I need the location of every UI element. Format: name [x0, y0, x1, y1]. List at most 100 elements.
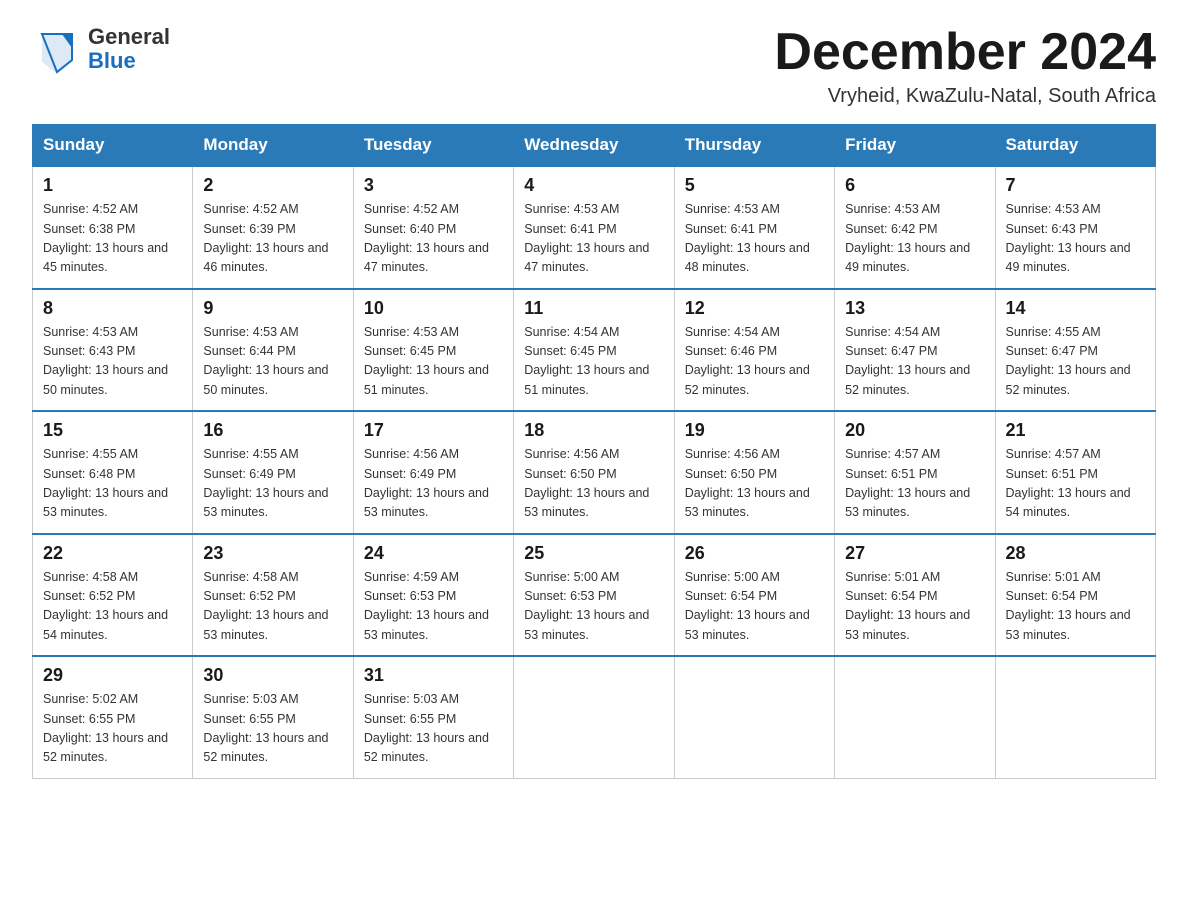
day-info: Sunrise: 5:01 AMSunset: 6:54 PMDaylight:…: [1006, 568, 1145, 646]
day-info: Sunrise: 4:54 AMSunset: 6:47 PMDaylight:…: [845, 323, 984, 401]
calendar-title: December 2024: [774, 24, 1156, 81]
calendar-cell: 10 Sunrise: 4:53 AMSunset: 6:45 PMDayligh…: [353, 289, 513, 412]
day-info: Sunrise: 5:00 AMSunset: 6:53 PMDaylight:…: [524, 568, 663, 646]
calendar-cell: 17Sunrise: 4:56 AMSunset: 6:49 PMDayligh…: [353, 411, 513, 534]
day-number: 24: [364, 543, 503, 564]
weekday-header-monday: Monday: [193, 125, 353, 167]
calendar-cell: 14 Sunrise: 4:55 AMSunset: 6:47 PMDayligh…: [995, 289, 1155, 412]
calendar-body: 1 Sunrise: 4:52 AMSunset: 6:38 PMDaylight…: [33, 166, 1156, 778]
logo-icon: [32, 24, 82, 74]
calendar-cell: [514, 656, 674, 778]
day-info: Sunrise: 4:58 AMSunset: 6:52 PMDaylight:…: [203, 568, 342, 646]
day-number: 13: [845, 298, 984, 319]
calendar-cell: 20 Sunrise: 4:57 AMSunset: 6:51 PMDayligh…: [835, 411, 995, 534]
weekday-header-wednesday: Wednesday: [514, 125, 674, 167]
weekday-header-sunday: Sunday: [33, 125, 193, 167]
day-info: Sunrise: 5:01 AMSunset: 6:54 PMDaylight:…: [845, 568, 984, 646]
logo-text: General Blue: [88, 25, 170, 73]
calendar-cell: [835, 656, 995, 778]
calendar-table: SundayMondayTuesdayWednesdayThursdayFrid…: [32, 124, 1156, 779]
day-number: 19: [685, 420, 824, 441]
day-number: 17: [364, 420, 503, 441]
day-info: Sunrise: 4:54 AMSunset: 6:46 PMDaylight:…: [685, 323, 824, 401]
calendar-cell: 7 Sunrise: 4:53 AMSunset: 6:43 PMDaylight…: [995, 166, 1155, 289]
day-number: 9: [203, 298, 342, 319]
logo-blue-text: Blue: [88, 49, 170, 73]
day-info: Sunrise: 4:53 AMSunset: 6:42 PMDaylight:…: [845, 200, 984, 278]
day-number: 3: [364, 175, 503, 196]
calendar-cell: 21Sunrise: 4:57 AMSunset: 6:51 PMDayligh…: [995, 411, 1155, 534]
day-number: 25: [524, 543, 663, 564]
day-info: Sunrise: 4:52 AMSunset: 6:40 PMDaylight:…: [364, 200, 503, 278]
day-info: Sunrise: 4:57 AMSunset: 6:51 PMDaylight:…: [1006, 445, 1145, 523]
day-info: Sunrise: 4:55 AMSunset: 6:49 PMDaylight:…: [203, 445, 342, 523]
calendar-cell: 13 Sunrise: 4:54 AMSunset: 6:47 PMDayligh…: [835, 289, 995, 412]
day-number: 14: [1006, 298, 1145, 319]
day-info: Sunrise: 5:03 AMSunset: 6:55 PMDaylight:…: [203, 690, 342, 768]
day-info: Sunrise: 4:52 AMSunset: 6:38 PMDaylight:…: [43, 200, 182, 278]
calendar-cell: 11 Sunrise: 4:54 AMSunset: 6:45 PMDayligh…: [514, 289, 674, 412]
calendar-cell: 2Sunrise: 4:52 AMSunset: 6:39 PMDaylight…: [193, 166, 353, 289]
day-number: 29: [43, 665, 182, 686]
day-info: Sunrise: 4:57 AMSunset: 6:51 PMDaylight:…: [845, 445, 984, 523]
day-info: Sunrise: 4:58 AMSunset: 6:52 PMDaylight:…: [43, 568, 182, 646]
calendar-cell: 18 Sunrise: 4:56 AMSunset: 6:50 PMDayligh…: [514, 411, 674, 534]
day-info: Sunrise: 4:53 AMSunset: 6:41 PMDaylight:…: [524, 200, 663, 278]
day-number: 26: [685, 543, 824, 564]
day-number: 8: [43, 298, 182, 319]
day-info: Sunrise: 4:56 AMSunset: 6:50 PMDaylight:…: [524, 445, 663, 523]
day-info: Sunrise: 4:55 AMSunset: 6:48 PMDaylight:…: [43, 445, 182, 523]
day-number: 11: [524, 298, 663, 319]
calendar-cell: 4Sunrise: 4:53 AMSunset: 6:41 PMDaylight…: [514, 166, 674, 289]
day-info: Sunrise: 4:54 AMSunset: 6:45 PMDaylight:…: [524, 323, 663, 401]
day-info: Sunrise: 4:56 AMSunset: 6:50 PMDaylight:…: [685, 445, 824, 523]
day-number: 20: [845, 420, 984, 441]
day-number: 18: [524, 420, 663, 441]
day-info: Sunrise: 4:53 AMSunset: 6:41 PMDaylight:…: [685, 200, 824, 278]
calendar-week-row: 1 Sunrise: 4:52 AMSunset: 6:38 PMDaylight…: [33, 166, 1156, 289]
day-number: 5: [685, 175, 824, 196]
day-number: 6: [845, 175, 984, 196]
logo-general-text: General: [88, 25, 170, 49]
calendar-cell: [995, 656, 1155, 778]
calendar-cell: [674, 656, 834, 778]
day-info: Sunrise: 4:53 AMSunset: 6:43 PMDaylight:…: [1006, 200, 1145, 278]
calendar-cell: 27 Sunrise: 5:01 AMSunset: 6:54 PMDayligh…: [835, 534, 995, 657]
calendar-header: SundayMondayTuesdayWednesdayThursdayFrid…: [33, 125, 1156, 167]
calendar-cell: 25 Sunrise: 5:00 AMSunset: 6:53 PMDayligh…: [514, 534, 674, 657]
calendar-cell: 29 Sunrise: 5:02 AMSunset: 6:55 PMDayligh…: [33, 656, 193, 778]
day-number: 7: [1006, 175, 1145, 196]
day-info: Sunrise: 5:00 AMSunset: 6:54 PMDaylight:…: [685, 568, 824, 646]
logo: General Blue: [32, 24, 170, 74]
weekday-header-friday: Friday: [835, 125, 995, 167]
calendar-cell: 28 Sunrise: 5:01 AMSunset: 6:54 PMDayligh…: [995, 534, 1155, 657]
day-number: 22: [43, 543, 182, 564]
day-info: Sunrise: 4:53 AMSunset: 6:45 PMDaylight:…: [364, 323, 503, 401]
day-number: 23: [203, 543, 342, 564]
calendar-cell: 19 Sunrise: 4:56 AMSunset: 6:50 PMDayligh…: [674, 411, 834, 534]
weekday-header-tuesday: Tuesday: [353, 125, 513, 167]
day-number: 10: [364, 298, 503, 319]
day-number: 16: [203, 420, 342, 441]
day-info: Sunrise: 5:02 AMSunset: 6:55 PMDaylight:…: [43, 690, 182, 768]
calendar-cell: 12Sunrise: 4:54 AMSunset: 6:46 PMDayligh…: [674, 289, 834, 412]
calendar-cell: 9 Sunrise: 4:53 AMSunset: 6:44 PMDaylight…: [193, 289, 353, 412]
calendar-cell: 15Sunrise: 4:55 AMSunset: 6:48 PMDayligh…: [33, 411, 193, 534]
day-number: 27: [845, 543, 984, 564]
day-info: Sunrise: 4:55 AMSunset: 6:47 PMDaylight:…: [1006, 323, 1145, 401]
day-info: Sunrise: 4:53 AMSunset: 6:43 PMDaylight:…: [43, 323, 182, 401]
calendar-week-row: 22 Sunrise: 4:58 AMSunset: 6:52 PMDayligh…: [33, 534, 1156, 657]
page-header: General Blue December 2024 Vryheid, KwaZ…: [32, 24, 1156, 108]
calendar-cell: 31Sunrise: 5:03 AMSunset: 6:55 PMDayligh…: [353, 656, 513, 778]
weekday-header-saturday: Saturday: [995, 125, 1155, 167]
calendar-week-row: 15Sunrise: 4:55 AMSunset: 6:48 PMDayligh…: [33, 411, 1156, 534]
weekday-header-thursday: Thursday: [674, 125, 834, 167]
calendar-week-row: 29 Sunrise: 5:02 AMSunset: 6:55 PMDayligh…: [33, 656, 1156, 778]
calendar-week-row: 8 Sunrise: 4:53 AMSunset: 6:43 PMDaylight…: [33, 289, 1156, 412]
calendar-cell: 3 Sunrise: 4:52 AMSunset: 6:40 PMDaylight…: [353, 166, 513, 289]
day-info: Sunrise: 4:53 AMSunset: 6:44 PMDaylight:…: [203, 323, 342, 401]
calendar-cell: 23 Sunrise: 4:58 AMSunset: 6:52 PMDayligh…: [193, 534, 353, 657]
day-info: Sunrise: 4:59 AMSunset: 6:53 PMDaylight:…: [364, 568, 503, 646]
day-number: 1: [43, 175, 182, 196]
day-number: 28: [1006, 543, 1145, 564]
